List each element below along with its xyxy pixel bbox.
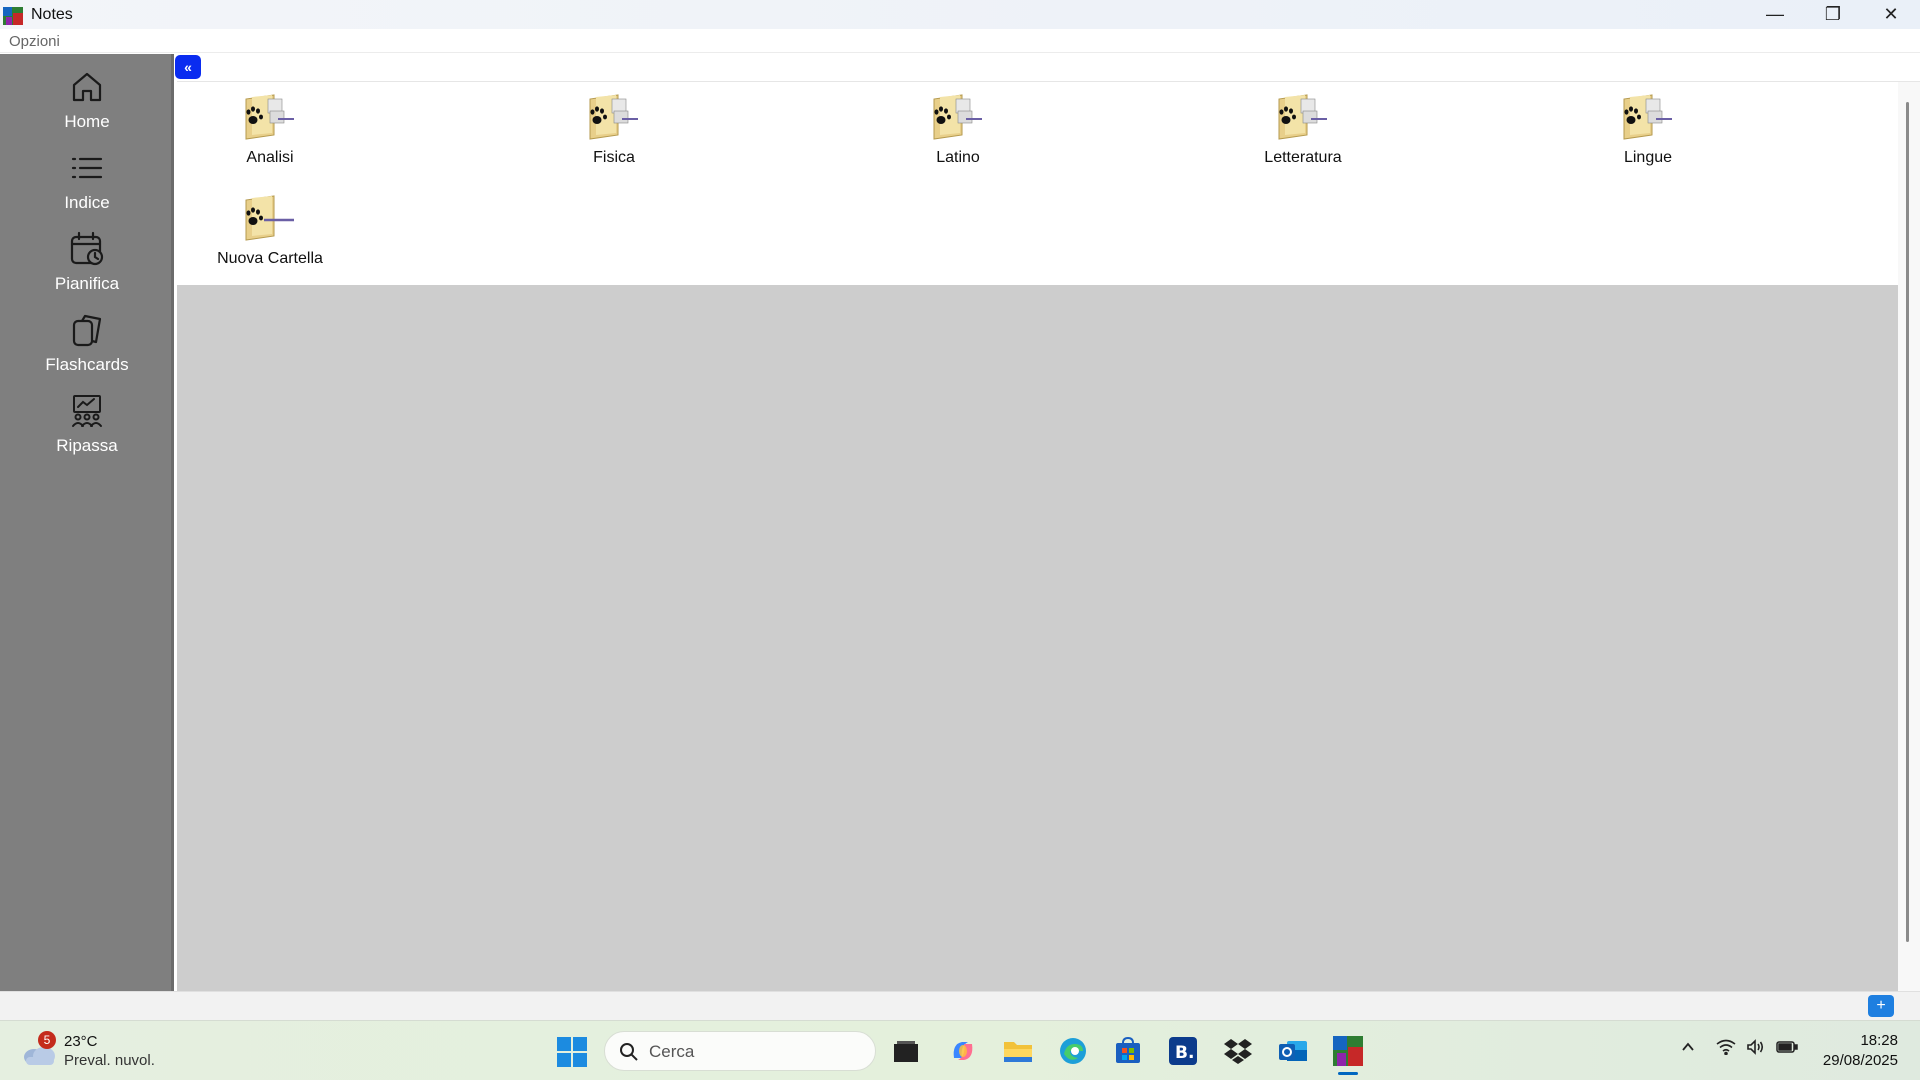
calendar-clock-icon: [70, 231, 104, 266]
store-icon: [1116, 1036, 1140, 1063]
taskbar: 5 23°C Preval. nuvol. Cerca B. 18:28 29/…: [0, 1020, 1920, 1080]
edge-browser-icon: [1060, 1038, 1086, 1064]
folder-label: Analisi: [246, 149, 294, 166]
menu-options[interactable]: Opzioni: [9, 33, 60, 50]
taskbar-edge[interactable]: [1057, 1035, 1089, 1067]
wifi-icon: [1716, 1039, 1736, 1056]
paw-folder-icon: [1278, 94, 1327, 140]
window-title: Notes: [31, 5, 73, 23]
battery-status[interactable]: [1776, 1039, 1798, 1059]
folder-icon: [1004, 1042, 1032, 1062]
booking-icon: B.: [1169, 1037, 1197, 1065]
home-icon: [72, 72, 102, 102]
sidebar: Home Indice Pianifica Flashcards Ripassa: [0, 54, 174, 991]
content-area: [177, 285, 1898, 991]
title-bar: Notes — ❐ ✕: [0, 0, 1920, 29]
review-icon: [72, 395, 102, 427]
battery-icon: [1776, 1041, 1798, 1053]
folder-label: Lingue: [1623, 149, 1673, 166]
clock-date[interactable]: 29/08/2025: [1810, 1052, 1898, 1069]
cards-icon: [72, 314, 102, 347]
task-view-icon: [894, 1041, 918, 1062]
chevron-up-icon: [1682, 1042, 1694, 1051]
weather-widget[interactable]: 5 23°C Preval. nuvol.: [22, 1031, 182, 1073]
paw-folder-icon: [933, 94, 982, 140]
dropbox-icon: [1224, 1039, 1252, 1064]
copilot-icon: [953, 1042, 973, 1060]
folder-lingue[interactable]: Lingue: [1568, 91, 1728, 181]
vertical-scrollbar[interactable]: [1898, 82, 1920, 991]
folder-nuova-cartella[interactable]: Nuova Cartella: [190, 192, 350, 282]
sidebar-item-label: Pianifica: [54, 274, 120, 293]
weather-description: Preval. nuvol.: [64, 1052, 155, 1069]
sidebar-item-indice[interactable]: Indice: [0, 141, 174, 221]
paw-folder-icon: [589, 94, 638, 140]
taskbar-task-view[interactable]: [890, 1035, 922, 1067]
windows-logo-icon: [557, 1037, 587, 1067]
svg-text:B.: B.: [1175, 1043, 1194, 1063]
window-controls: — ❐ ✕: [1746, 0, 1920, 29]
folder-label: Latino: [936, 149, 980, 166]
search-icon: [620, 1043, 638, 1061]
sidebar-item-label: Ripassa: [56, 436, 118, 455]
sidebar-item-flashcards[interactable]: Flashcards: [0, 303, 174, 383]
folder-label: Letteratura: [1264, 149, 1342, 166]
sidebar-item-label: Flashcards: [45, 355, 129, 374]
volume-status[interactable]: [1746, 1039, 1766, 1059]
taskbar-search[interactable]: Cerca: [604, 1031, 876, 1071]
start-button[interactable]: [556, 1036, 588, 1068]
sidebar-item-pianifica[interactable]: Pianifica: [0, 222, 174, 302]
taskbar-file-explorer[interactable]: [1002, 1035, 1034, 1067]
folder-latino[interactable]: Latino: [878, 91, 1038, 181]
folder-label: Fisica: [593, 149, 635, 166]
paw-folder-icon: [245, 195, 294, 241]
restore-button[interactable]: ❐: [1804, 0, 1862, 29]
wifi-status[interactable]: [1716, 1039, 1736, 1059]
taskbar-store[interactable]: [1112, 1035, 1144, 1067]
scrollbar-thumb[interactable]: [1906, 102, 1909, 942]
taskbar-dropbox[interactable]: [1222, 1035, 1254, 1067]
paw-folder-icon: [1623, 94, 1672, 140]
folder-analisi[interactable]: Analisi: [190, 91, 350, 181]
taskbar-booking[interactable]: B.: [1167, 1035, 1199, 1067]
toolbar-strip: [177, 54, 1920, 82]
sidebar-item-label: Home: [64, 112, 110, 131]
taskbar-outlook[interactable]: [1277, 1035, 1309, 1067]
add-button[interactable]: +: [1868, 995, 1894, 1017]
minimize-button[interactable]: —: [1746, 0, 1804, 29]
close-button[interactable]: ✕: [1862, 0, 1920, 29]
sidebar-item-home[interactable]: Home: [0, 60, 174, 140]
paw-folder-icon: [245, 94, 294, 140]
show-hidden-icons-button[interactable]: [1680, 1039, 1696, 1059]
folder-label: Nuova Cartella: [217, 250, 323, 267]
collapse-sidebar-button[interactable]: «: [175, 55, 201, 79]
notes-app-icon: [1333, 1036, 1363, 1066]
list-icon: [71, 157, 103, 179]
speaker-icon: [1747, 1039, 1764, 1055]
outlook-icon: [1279, 1041, 1307, 1061]
taskbar-copilot[interactable]: [947, 1035, 979, 1067]
notification-badge: 5: [38, 1031, 56, 1049]
status-strip: [0, 991, 1920, 1020]
search-placeholder: Cerca: [649, 1042, 695, 1061]
sidebar-item-ripassa[interactable]: Ripassa: [0, 384, 174, 464]
menu-bar: Opzioni: [0, 29, 1920, 53]
clock-time[interactable]: 18:28: [1840, 1032, 1898, 1049]
weather-temperature: 23°C: [64, 1033, 98, 1050]
sidebar-item-label: Indice: [64, 193, 110, 212]
active-app-indicator: [1338, 1072, 1358, 1075]
folder-grid: Analisi Fisica Latino Letteratura Lingue…: [177, 82, 1898, 285]
folder-letteratura[interactable]: Letteratura: [1223, 91, 1383, 181]
taskbar-notes-app[interactable]: [1332, 1035, 1364, 1067]
folder-fisica[interactable]: Fisica: [534, 91, 694, 181]
app-icon: [3, 5, 23, 25]
